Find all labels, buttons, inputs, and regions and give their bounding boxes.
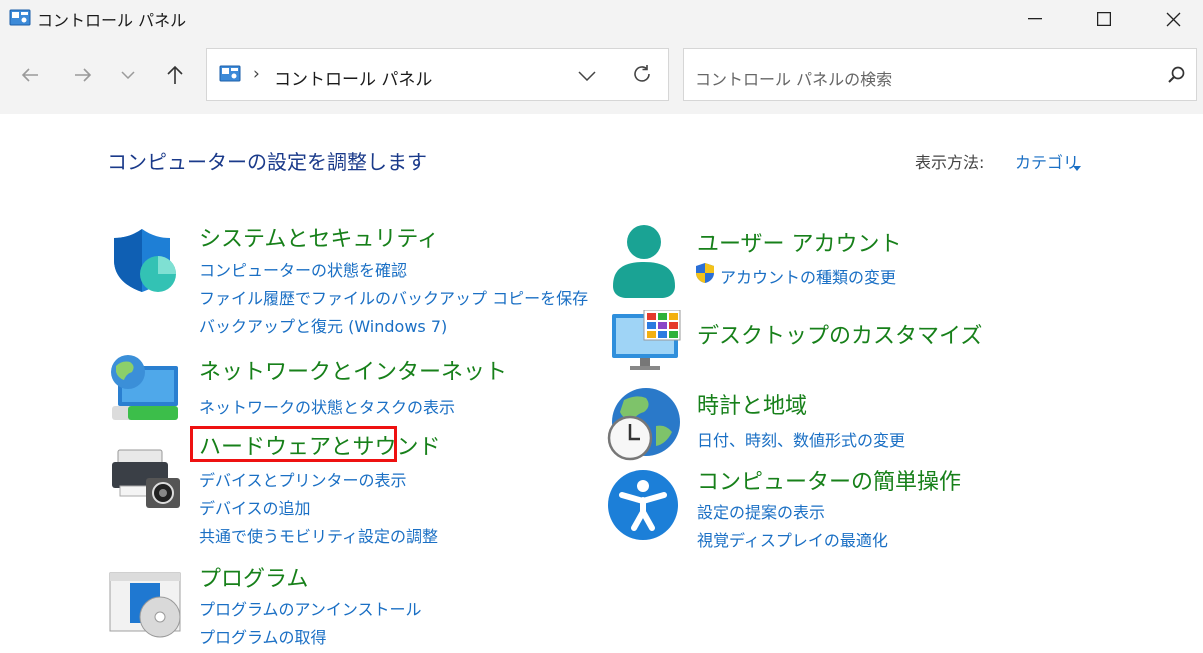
view-by-dropdown[interactable]: カテゴリ [1015, 149, 1079, 173]
control-panel-icon [9, 9, 31, 31]
refresh-button[interactable] [631, 63, 653, 89]
view-by-label: 表示方法: [915, 153, 985, 172]
link-backup-restore[interactable]: バックアップと復元 (Windows 7) [199, 313, 447, 337]
minimize-button[interactable] [1000, 0, 1070, 38]
shield-icon[interactable] [110, 226, 178, 298]
search-box[interactable]: コントロール パネルの検索 [683, 48, 1197, 101]
link-file-history-backup[interactable]: ファイル履歴でファイルのバックアップ コピーを保存 [199, 285, 588, 309]
link-settings-suggestions[interactable]: 設定の提案の表示 [697, 499, 825, 523]
close-button[interactable] [1138, 0, 1203, 38]
arrow-right-icon [75, 68, 92, 82]
arrow-up-icon [167, 65, 183, 84]
link-mobility-settings[interactable]: 共通で使うモビリティ設定の調整 [199, 523, 438, 547]
address-history-button[interactable] [578, 66, 596, 85]
programs-icon[interactable] [108, 571, 184, 643]
chevron-down-icon [578, 71, 596, 82]
maximize-button[interactable] [1069, 0, 1139, 38]
category-system-security[interactable]: システムとセキュリティ [199, 221, 439, 253]
title-bar: コントロール パネル [0, 0, 1203, 38]
link-network-status[interactable]: ネットワークの状態とタスクの表示 [199, 394, 455, 418]
category-user-accounts[interactable]: ユーザー アカウント [697, 226, 902, 258]
link-devices-printers[interactable]: デバイスとプリンターの表示 [199, 467, 407, 491]
network-globe-icon[interactable] [108, 352, 182, 428]
clock-globe-icon[interactable] [606, 386, 682, 466]
forward-button[interactable] [68, 60, 98, 90]
page-heading: コンピューターの設定を調整します [107, 150, 427, 174]
control-panel-icon [219, 65, 241, 87]
link-change-account-type[interactable]: アカウントの種類の変更 [720, 264, 896, 288]
breadcrumb-separator: › [253, 64, 260, 84]
navigation-bar: › コントロール パネル コントロール パネルの検索 [0, 38, 1203, 114]
chevron-down-icon [121, 71, 135, 79]
arrow-left-icon [21, 68, 38, 82]
search-placeholder[interactable]: コントロール パネルの検索 [695, 66, 892, 90]
category-programs[interactable]: プログラム [199, 561, 308, 593]
link-add-device[interactable]: デバイスの追加 [199, 495, 311, 519]
highlight-box [190, 426, 397, 462]
address-bar[interactable]: › コントロール パネル [206, 48, 669, 101]
printer-icon[interactable] [110, 446, 182, 514]
category-desktop-customization[interactable]: デスクトップのカスタマイズ [697, 318, 982, 350]
link-uninstall-program[interactable]: プログラムのアンインストール [199, 596, 422, 620]
uac-shield-icon [694, 262, 716, 288]
refresh-icon [634, 65, 650, 82]
accessibility-icon[interactable] [606, 468, 680, 546]
link-date-time-format[interactable]: 日付、時刻、数値形式の変更 [697, 427, 905, 451]
user-icon[interactable] [609, 224, 679, 302]
link-optimize-visual-display[interactable]: 視覚ディスプレイの最適化 [697, 527, 888, 551]
caret-down-icon[interactable] [1073, 156, 1081, 175]
category-network-internet[interactable]: ネットワークとインターネット [199, 354, 507, 386]
back-button[interactable] [15, 60, 45, 90]
up-button[interactable] [160, 60, 190, 90]
desktop-icon[interactable] [610, 309, 682, 376]
recent-locations-button[interactable] [113, 60, 143, 90]
link-get-programs[interactable]: プログラムの取得 [199, 624, 327, 648]
link-check-computer-status[interactable]: コンピューターの状態を確認 [199, 257, 407, 281]
window-title: コントロール パネル [37, 11, 187, 30]
category-ease-of-access[interactable]: コンピューターの簡単操作 [697, 464, 961, 496]
search-icon[interactable] [1168, 66, 1186, 88]
breadcrumb-control-panel[interactable]: コントロール パネル [274, 65, 432, 90]
category-clock-region[interactable]: 時計と地域 [697, 388, 807, 420]
